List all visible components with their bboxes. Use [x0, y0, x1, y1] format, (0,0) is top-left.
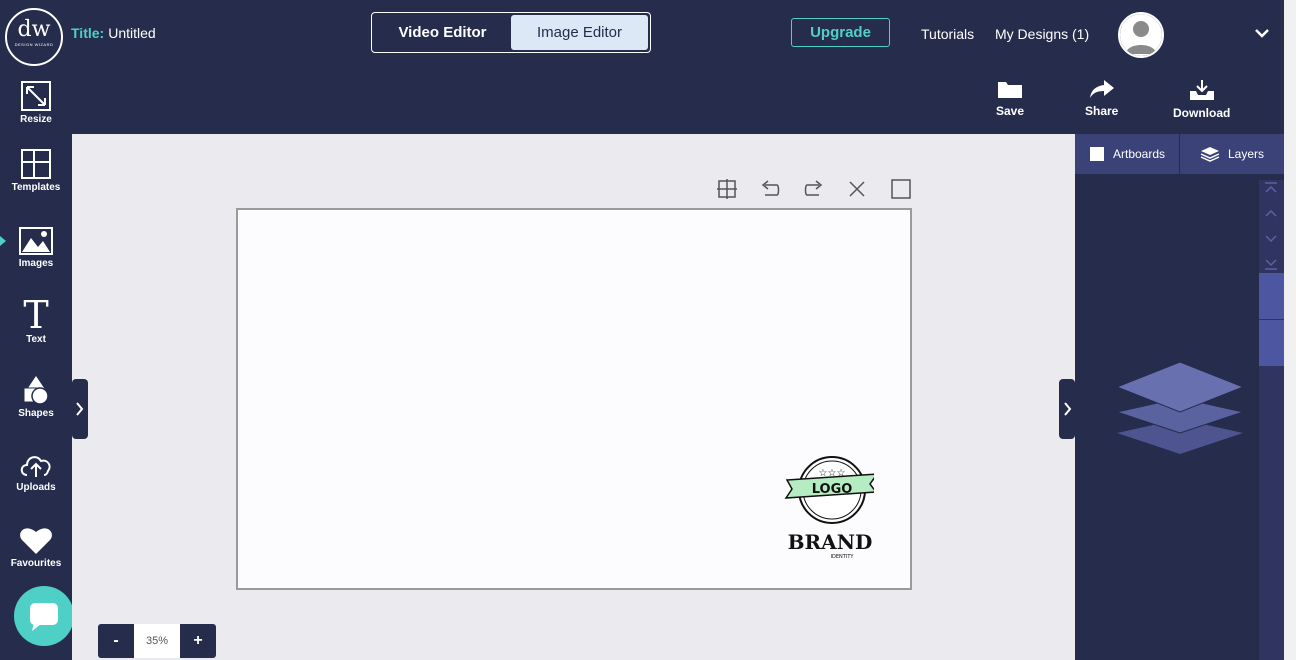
title-value[interactable]: Untitled: [108, 25, 155, 41]
share-icon: [1089, 80, 1114, 98]
identity-word: IDENTITY: [831, 554, 855, 560]
chevron-right-icon: [1064, 402, 1072, 416]
tab-video-editor[interactable]: Video Editor: [374, 15, 511, 50]
app-logo[interactable]: dw DESIGN WIZARD: [5, 8, 63, 66]
share-button[interactable]: Share: [1085, 78, 1118, 118]
avatar[interactable]: [1118, 12, 1164, 58]
zoom-control: - 35% +: [98, 624, 216, 658]
sidebar-item-label: Images: [18, 258, 54, 269]
text-icon: T: [23, 296, 48, 332]
artboard[interactable]: ☆☆☆ LOGO BRAND IDENTITY: [236, 208, 912, 590]
logo-graphic[interactable]: ☆☆☆ LOGO BRAND IDENTITY: [784, 452, 874, 564]
user-icon: [1120, 14, 1162, 56]
sidebar-item-favourites[interactable]: Favourites: [0, 524, 72, 594]
templates-icon: [21, 149, 51, 179]
expand-right-panel-button[interactable]: [1059, 379, 1075, 439]
scroll-up-icon[interactable]: [1263, 204, 1279, 224]
left-sidebar: Resize Templates Images T Text Shapes Up…: [0, 68, 72, 660]
sidebar-item-text[interactable]: T Text: [0, 296, 72, 366]
expand-left-panel-button[interactable]: [72, 379, 88, 439]
resize-icon: [21, 81, 51, 111]
sidebar-item-label: Favourites: [10, 558, 62, 569]
download-button[interactable]: Download: [1173, 78, 1230, 120]
sidebar-item-shapes[interactable]: Shapes: [0, 374, 72, 444]
brand-word: BRAND: [788, 530, 873, 554]
zoom-in-button[interactable]: +: [180, 624, 216, 658]
layers-scrollbar[interactable]: [1259, 180, 1284, 660]
right-panel-tabs: Artboards Layers: [1075, 134, 1284, 174]
page-scrollbar[interactable]: [1284, 0, 1296, 660]
download-label: Download: [1173, 106, 1231, 120]
shapes-icon: [23, 376, 49, 405]
undo-icon[interactable]: [759, 178, 781, 200]
tab-layers-label: Layers: [1227, 147, 1265, 161]
tab-layers[interactable]: Layers: [1179, 134, 1284, 174]
logo-word: LOGO: [812, 482, 853, 497]
tab-artboards-label: Artboards: [1112, 147, 1166, 161]
fullscreen-icon[interactable]: [890, 178, 912, 200]
sidebar-item-resize[interactable]: Resize: [0, 80, 72, 150]
my-designs-link[interactable]: My Designs (1): [995, 26, 1089, 42]
top-bar: dw DESIGN WIZARD Title: Untitled Video Ed…: [0, 0, 1284, 68]
right-panel: Artboards Layers: [1075, 134, 1284, 660]
heart-icon: [20, 528, 52, 554]
scroll-block[interactable]: [1259, 273, 1284, 319]
sidebar-item-uploads[interactable]: Uploads: [0, 450, 72, 520]
title-label: Title:: [71, 25, 105, 41]
chevron-right-icon: [76, 402, 84, 416]
logo-subtext: DESIGN WIZARD: [14, 42, 54, 47]
zoom-out-button[interactable]: -: [98, 624, 134, 658]
close-icon[interactable]: [846, 178, 868, 200]
scroll-down-icon[interactable]: [1263, 228, 1279, 248]
sidebar-item-label: Text: [26, 334, 46, 345]
sidebar-item-images[interactable]: Images: [0, 226, 72, 296]
scroll-block[interactable]: [1259, 320, 1284, 366]
chat-button[interactable]: [14, 586, 74, 646]
share-label: Share: [1085, 104, 1119, 118]
images-icon: [19, 227, 53, 255]
tab-image-editor[interactable]: Image Editor: [511, 15, 648, 50]
artboard-icon: [1089, 147, 1104, 161]
scroll-top-icon[interactable]: [1263, 180, 1279, 200]
save-label: Save: [996, 104, 1025, 118]
folder-icon: [998, 82, 1023, 98]
layers-placeholder-icon: [1115, 362, 1245, 454]
chat-icon: [30, 603, 58, 631]
sidebar-item-templates[interactable]: Templates: [0, 148, 72, 218]
document-title[interactable]: Title: Untitled: [71, 25, 156, 41]
zoom-value: 35%: [134, 624, 180, 658]
download-icon: [1189, 80, 1214, 100]
action-toolbar: Save Share Download: [72, 68, 1284, 134]
sidebar-item-label: Uploads: [16, 482, 56, 493]
svg-text:T: T: [23, 296, 48, 332]
tab-artboards[interactable]: Artboards: [1075, 134, 1179, 174]
sidebar-item-label: Templates: [11, 182, 61, 193]
save-button[interactable]: Save: [996, 78, 1024, 118]
sidebar-item-label: Shapes: [18, 408, 54, 419]
redo-icon[interactable]: [803, 178, 825, 200]
scroll-bottom-icon[interactable]: [1263, 252, 1279, 272]
uploads-icon: [20, 456, 51, 477]
grid-icon[interactable]: [716, 178, 738, 200]
tutorials-link[interactable]: Tutorials: [921, 26, 974, 42]
chevron-down-icon[interactable]: [1254, 26, 1270, 40]
sidebar-item-label: Resize: [20, 114, 52, 125]
editor-switch: Video Editor Image Editor: [371, 12, 651, 53]
upgrade-button[interactable]: Upgrade: [791, 18, 890, 47]
layers-icon: [1200, 147, 1220, 162]
